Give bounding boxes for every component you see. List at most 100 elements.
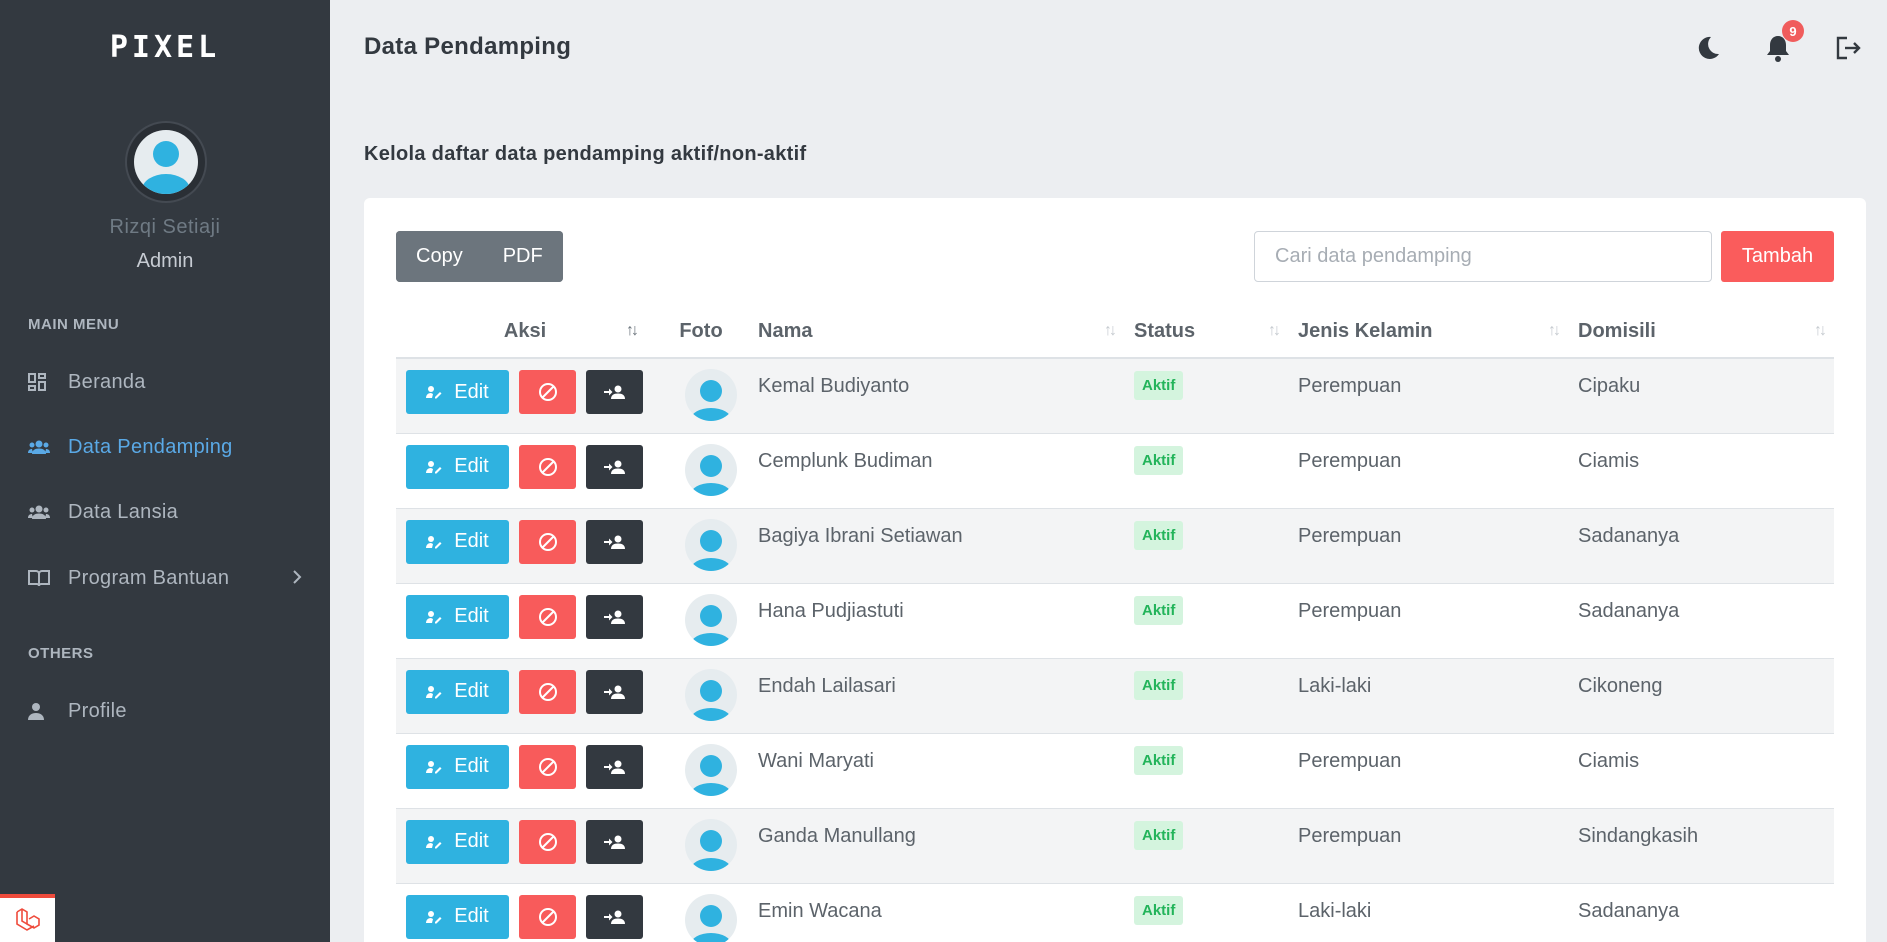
edit-label: Edit bbox=[454, 830, 489, 852]
edit-button[interactable]: Edit bbox=[406, 370, 509, 414]
deactivate-button[interactable] bbox=[519, 519, 576, 564]
edit-button[interactable]: Edit bbox=[406, 594, 509, 639]
photo-cell bbox=[654, 433, 748, 509]
column-header-status[interactable]: Status ↑↓ bbox=[1124, 306, 1288, 359]
column-label: Aksi bbox=[503, 320, 547, 342]
ban-icon bbox=[538, 607, 557, 626]
status-badge: Aktif bbox=[1134, 520, 1184, 550]
photo-cell bbox=[654, 808, 748, 884]
gender-cell: Perempuan bbox=[1288, 358, 1568, 434]
column-label: Nama bbox=[758, 320, 813, 342]
edit-button[interactable]: Edit bbox=[406, 669, 509, 714]
moon-icon[interactable] bbox=[1692, 32, 1724, 64]
deactivate-button[interactable] bbox=[519, 819, 576, 864]
avatar-photo-icon bbox=[685, 743, 737, 796]
column-header-aksi[interactable]: Aksi ↑↓ bbox=[396, 306, 654, 359]
name-cell: Wani Maryati bbox=[748, 733, 1124, 809]
status-badge: Aktif bbox=[1134, 595, 1184, 625]
avatar-photo-icon bbox=[685, 593, 737, 646]
deactivate-button[interactable] bbox=[519, 370, 576, 414]
edit-button[interactable]: Edit bbox=[406, 444, 509, 489]
others-heading: OTHERS bbox=[28, 645, 94, 662]
assign-user-button[interactable] bbox=[586, 370, 643, 414]
notification-badge: 9 bbox=[1782, 20, 1804, 42]
assign-user-button[interactable] bbox=[586, 519, 643, 564]
copy-button[interactable]: Copy bbox=[396, 231, 483, 282]
gender-cell: Laki-laki bbox=[1288, 883, 1568, 942]
edit-button[interactable]: Edit bbox=[406, 894, 509, 939]
brand-logo[interactable]: PIXEL bbox=[0, 30, 330, 65]
sidebar-item-data-lansia[interactable]: Data Lansia bbox=[28, 492, 302, 532]
avatar-photo-icon bbox=[685, 893, 737, 942]
edit-button[interactable]: Edit bbox=[406, 744, 509, 789]
column-header-foto: Foto bbox=[654, 306, 748, 359]
domicile-cell: Cipaku bbox=[1568, 358, 1834, 434]
column-header-nama[interactable]: Nama ↑↓ bbox=[748, 306, 1124, 359]
avatar-photo-icon bbox=[685, 668, 737, 721]
sidebar-item-program-bantuan[interactable]: Program Bantuan bbox=[28, 558, 302, 598]
table-row: Edit Bagiya Ibrani Setiawan Aktif Peremp… bbox=[396, 508, 1834, 584]
edit-icon bbox=[426, 386, 442, 399]
assign-user-button[interactable] bbox=[586, 744, 643, 789]
action-cell: Edit bbox=[396, 358, 654, 434]
assign-user-button[interactable] bbox=[586, 669, 643, 714]
laravel-debugbar-icon[interactable] bbox=[0, 894, 55, 942]
table-row: Edit Kemal Budiyanto Aktif Perempuan Cip… bbox=[396, 358, 1834, 434]
user-arrow-icon bbox=[603, 460, 625, 474]
domicile-cell: Sindangkasih bbox=[1568, 808, 1834, 884]
search-input[interactable] bbox=[1254, 231, 1712, 282]
sidebar-item-label: Data Lansia bbox=[68, 500, 179, 523]
domicile-cell: Sadananya bbox=[1568, 508, 1834, 584]
add-button[interactable]: Tambah bbox=[1721, 231, 1834, 282]
sidebar-item-data-pendamping[interactable]: Data Pendamping bbox=[28, 427, 302, 467]
sidebar-item-beranda[interactable]: Beranda bbox=[28, 362, 302, 402]
domicile-cell: Sadananya bbox=[1568, 583, 1834, 659]
domicile-cell: Cikoneng bbox=[1568, 658, 1834, 734]
sidebar-item-profile[interactable]: Profile bbox=[28, 691, 302, 731]
avatar-photo-icon bbox=[685, 443, 737, 496]
deactivate-button[interactable] bbox=[519, 669, 576, 714]
action-cell: Edit bbox=[396, 883, 654, 942]
group-icon bbox=[28, 504, 68, 520]
deactivate-button[interactable] bbox=[519, 894, 576, 939]
action-cell: Edit bbox=[396, 508, 654, 584]
status-cell: Aktif bbox=[1124, 808, 1288, 884]
ban-icon bbox=[538, 757, 557, 776]
column-label: Jenis Kelamin bbox=[1298, 320, 1433, 342]
avatar[interactable] bbox=[127, 123, 205, 201]
deactivate-button[interactable] bbox=[519, 444, 576, 489]
ban-icon bbox=[538, 457, 557, 476]
avatar-photo-icon bbox=[685, 818, 737, 871]
chevron-right-icon bbox=[292, 568, 302, 591]
notification-bell-icon[interactable]: 9 bbox=[1762, 20, 1804, 64]
data-card: Copy PDF Tambah Aksi ↑↓ Foto Nama ↑↓ Statu… bbox=[364, 198, 1866, 942]
photo-cell bbox=[654, 883, 748, 942]
column-label: Domisili bbox=[1578, 320, 1656, 342]
assign-user-button[interactable] bbox=[586, 594, 643, 639]
name-cell: Kemal Budiyanto bbox=[748, 358, 1124, 434]
status-cell: Aktif bbox=[1124, 658, 1288, 734]
assign-user-button[interactable] bbox=[586, 819, 643, 864]
assign-user-button[interactable] bbox=[586, 894, 643, 939]
logout-icon[interactable] bbox=[1832, 32, 1864, 64]
table-row: Edit Cemplunk Budiman Aktif Perempuan Ci… bbox=[396, 433, 1834, 509]
action-buttons: Edit bbox=[406, 370, 654, 414]
photo-cell bbox=[654, 508, 748, 584]
edit-icon bbox=[426, 685, 442, 698]
pdf-button[interactable]: PDF bbox=[482, 231, 563, 282]
ban-icon bbox=[538, 383, 557, 401]
assign-user-button[interactable] bbox=[586, 444, 643, 489]
gender-cell: Perempuan bbox=[1288, 733, 1568, 809]
edit-button[interactable]: Edit bbox=[406, 819, 509, 864]
user-arrow-icon bbox=[603, 760, 625, 774]
column-header-jenis-kelamin[interactable]: Jenis Kelamin ↑↓ bbox=[1288, 306, 1568, 359]
dashboard-icon bbox=[28, 373, 68, 391]
action-cell: Edit bbox=[396, 658, 654, 734]
edit-button[interactable]: Edit bbox=[406, 519, 509, 564]
deactivate-button[interactable] bbox=[519, 594, 576, 639]
column-header-domisili[interactable]: Domisili ↑↓ bbox=[1568, 306, 1834, 359]
domicile-cell: Sadananya bbox=[1568, 883, 1834, 942]
deactivate-button[interactable] bbox=[519, 744, 576, 789]
edit-label: Edit bbox=[454, 455, 489, 477]
user-arrow-icon bbox=[603, 535, 625, 549]
